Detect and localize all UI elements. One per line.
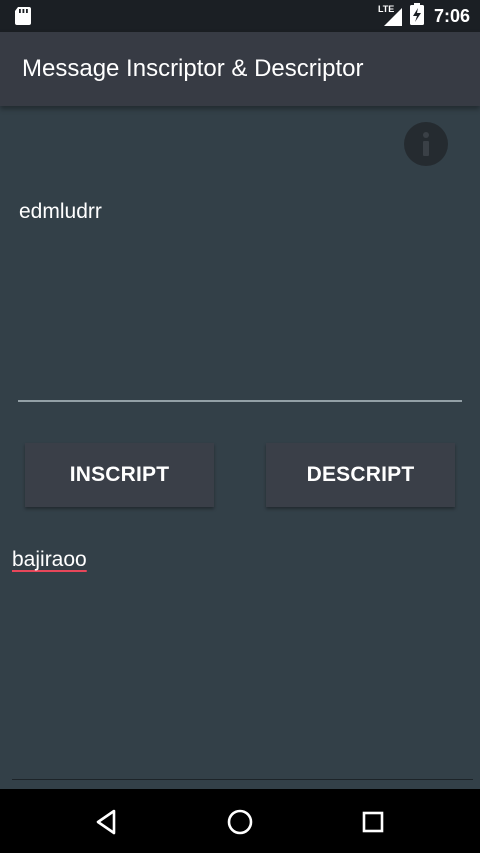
status-time: 7:06 bbox=[433, 5, 470, 26]
recents-square-icon bbox=[362, 811, 384, 833]
recents-button[interactable] bbox=[358, 807, 388, 837]
message-input-text: edmludrr bbox=[19, 200, 102, 223]
message-input-underline bbox=[18, 400, 462, 402]
app-title: Message Inscriptor & Descriptor bbox=[22, 55, 364, 82]
back-button[interactable] bbox=[92, 807, 122, 837]
battery-charging-icon bbox=[409, 2, 424, 30]
result-field-text: bajiraoo bbox=[12, 548, 87, 571]
info-button[interactable] bbox=[404, 122, 448, 166]
navigation-bar bbox=[0, 789, 480, 853]
home-button[interactable] bbox=[225, 807, 255, 837]
result-field-underline bbox=[12, 779, 473, 780]
status-bar: LTE 7:06 bbox=[0, 0, 480, 32]
message-input[interactable]: edmludrr bbox=[18, 188, 462, 402]
home-circle-icon bbox=[227, 809, 253, 835]
back-triangle-icon bbox=[96, 809, 116, 835]
info-icon bbox=[423, 132, 429, 156]
sd-card-icon bbox=[14, 6, 32, 31]
result-field[interactable]: bajiraoo bbox=[12, 540, 473, 780]
inscript-button[interactable]: INSCRIPT bbox=[25, 443, 214, 507]
app-bar: Message Inscriptor & Descriptor bbox=[0, 32, 480, 106]
descript-button[interactable]: DESCRIPT bbox=[266, 443, 455, 507]
signal-icon: LTE bbox=[378, 4, 404, 28]
